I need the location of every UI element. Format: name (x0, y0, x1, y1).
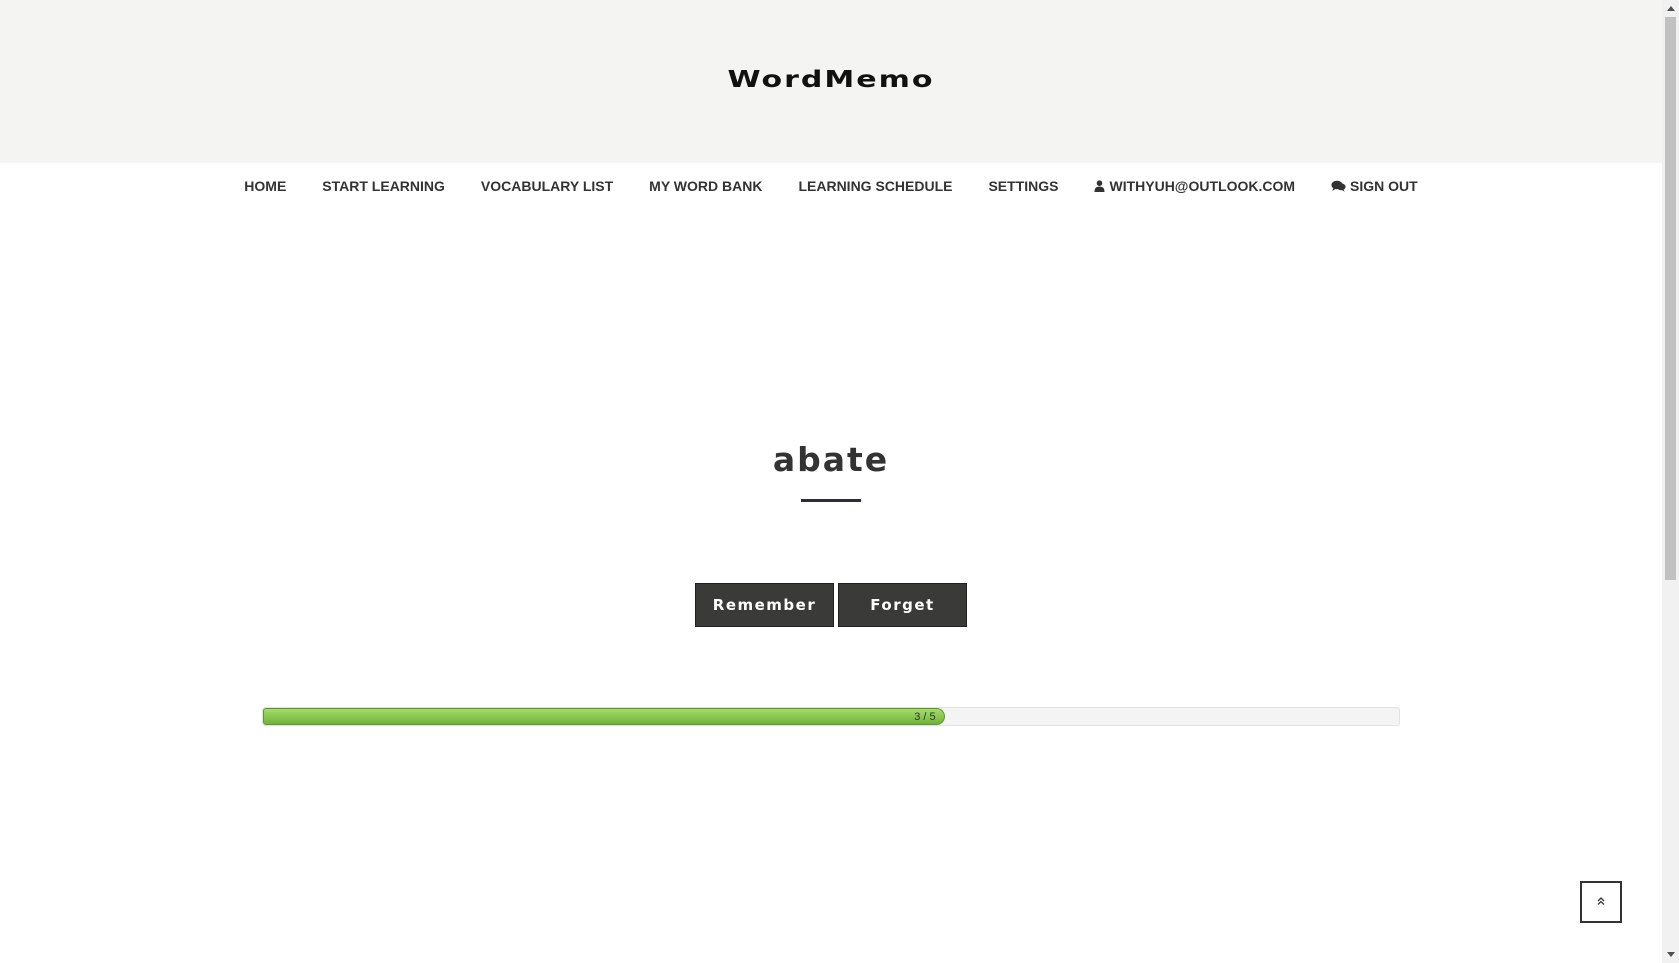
site-header: WordMemo (0, 0, 1662, 163)
double-chevron-up-icon (1596, 893, 1606, 911)
user-icon (1094, 180, 1105, 192)
nav-start-learning[interactable]: START LEARNING (322, 178, 445, 194)
nav-settings-label: SETTINGS (988, 178, 1059, 194)
nav-home-label: HOME (244, 178, 287, 194)
nav-account-label: WITHYUH@OUTLOOK.COM (1109, 178, 1296, 194)
vertical-scrollbar[interactable] (1662, 0, 1679, 963)
nav-start-learning-label: START LEARNING (322, 178, 445, 194)
nav-learning-schedule[interactable]: LEARNING SCHEDULE (798, 178, 952, 194)
progress-bar: 3 / 5 (262, 707, 1400, 726)
page: WordMemo HOME START LEARNING VOCABULARY … (0, 0, 1662, 963)
main-nav: HOME START LEARNING VOCABULARY LIST MY W… (0, 163, 1662, 209)
nav-my-word-bank-label: MY WORD BANK (649, 178, 763, 194)
scrollbar-thumb[interactable] (1665, 17, 1676, 580)
progress-label: 3 / 5 (914, 711, 936, 723)
site-logo[interactable]: WordMemo (0, 66, 1662, 93)
remember-button[interactable]: Remember (695, 583, 834, 627)
nav-my-word-bank[interactable]: MY WORD BANK (649, 178, 762, 194)
nav-sign-out[interactable]: SIGN OUT (1331, 178, 1418, 194)
forget-button[interactable]: Forget (838, 583, 967, 627)
nav-sign-out-label: SIGN OUT (1350, 178, 1418, 194)
scroll-up-arrow-icon[interactable] (1662, 0, 1679, 17)
vocabulary-word: abate (772, 440, 890, 479)
scroll-down-arrow-icon[interactable] (1662, 946, 1679, 963)
nav-home[interactable]: HOME (244, 178, 286, 194)
back-to-top-button[interactable] (1580, 881, 1622, 923)
comments-icon (1331, 180, 1346, 192)
nav-account[interactable]: WITHYUH@OUTLOOK.COM (1094, 178, 1295, 194)
progress-bar-fill: 3 / 5 (263, 708, 945, 725)
nav-vocabulary-list-label: VOCABULARY LIST (480, 178, 614, 194)
nav-settings[interactable]: SETTINGS (988, 178, 1058, 194)
nav-vocabulary-list[interactable]: VOCABULARY LIST (481, 178, 613, 194)
word-underline (801, 499, 861, 502)
nav-learning-schedule-label: LEARNING SCHEDULE (798, 178, 953, 194)
